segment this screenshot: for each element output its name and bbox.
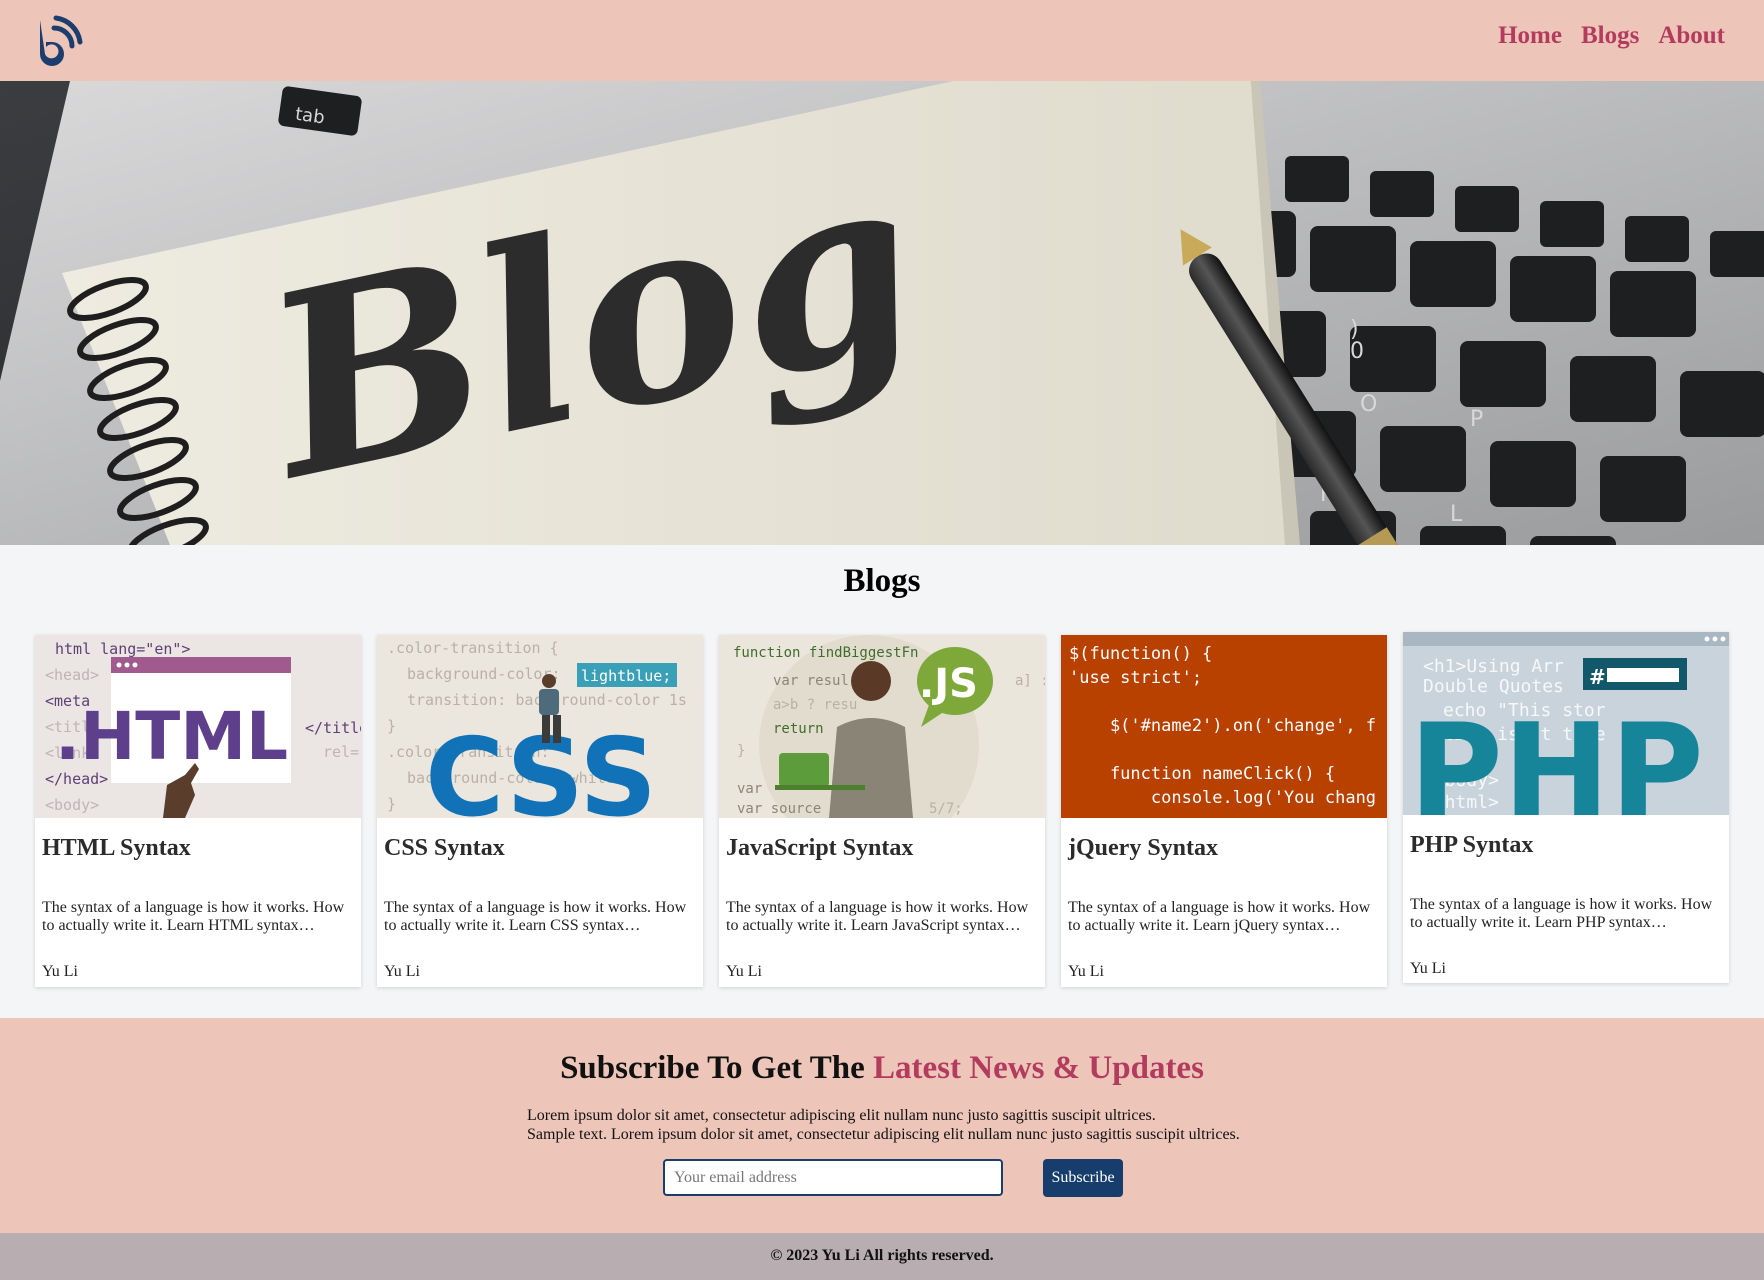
svg-text:#: #: [1589, 665, 1606, 689]
blogs-section-title: Blogs: [843, 563, 921, 599]
card-description: The syntax of a language is how it works…: [1410, 896, 1713, 931]
copyright-text: © 2023 Yu Li All rights reserved.: [770, 1247, 994, 1264]
svg-text:L: L: [1450, 502, 1463, 527]
site-header: Home Blogs About: [0, 0, 1764, 81]
subscribe-title-plain: Subscribe To Get The: [560, 1050, 874, 1086]
svg-text:var resul: var resul: [773, 673, 849, 689]
subscribe-description: Lorem ipsum dolor sit amet, consectetur …: [527, 1106, 1240, 1144]
svg-text:<head>: <head>: [45, 666, 99, 684]
javascript-illustration-image: function findBiggestFn var resul a>b ? r…: [719, 635, 1045, 818]
svg-text:</title: </title: [305, 719, 361, 737]
svg-text:html lang="en">: html lang="en">: [55, 640, 190, 658]
svg-text:5/7;: 5/7;: [929, 801, 963, 817]
card-author: Yu Li: [726, 963, 762, 980]
subscribe-text-line1: Lorem ipsum dolor sit amet, consectetur …: [527, 1107, 1156, 1124]
svg-text:a] :: a] :: [1015, 673, 1045, 689]
card-author: Yu Li: [384, 963, 420, 980]
svg-text:P: P: [1470, 407, 1483, 432]
main-nav: Home Blogs About: [1498, 22, 1725, 50]
email-input[interactable]: [663, 1159, 1003, 1196]
blog-card-html[interactable]: <head> <meta <title <link </head> <body>…: [35, 635, 361, 987]
card-author: Yu Li: [42, 963, 78, 980]
svg-text:}: }: [737, 743, 745, 759]
svg-text:'use strict';: 'use strict';: [1069, 668, 1202, 688]
subscribe-text-line2: Sample text. Lorem ipsum dolor sit amet,…: [527, 1126, 1240, 1143]
svg-text:0: 0: [1350, 339, 1364, 364]
svg-text:var: var: [737, 781, 762, 797]
nav-home-link[interactable]: Home: [1498, 22, 1562, 50]
jquery-code-image: $(function() { 'use strict'; $('#name2')…: [1061, 635, 1387, 818]
card-description: The syntax of a language is how it works…: [384, 899, 687, 934]
php-illustration-image: <h1>Using Arr Double Quotes echo "This s…: [1403, 632, 1729, 815]
card-description: The syntax of a language is how it works…: [1068, 899, 1371, 934]
card-title[interactable]: PHP Syntax: [1410, 832, 1533, 859]
css-illustration-image: .color-transition { background-color: tr…: [377, 635, 703, 818]
svg-text:.color-transition {: .color-transition {: [387, 639, 559, 657]
svg-text:rel=: rel=: [323, 743, 359, 761]
svg-text:Double Quotes: Double Quotes: [1423, 676, 1564, 697]
svg-text:.HTML: .HTML: [55, 698, 288, 775]
card-title[interactable]: HTML Syntax: [42, 835, 191, 862]
svg-text:}: }: [387, 717, 396, 735]
svg-text:<body>: <body>: [45, 796, 99, 814]
blog-card-css[interactable]: .color-transition { background-color: tr…: [377, 635, 703, 987]
svg-text:O: O: [1360, 392, 1377, 417]
html-illustration-image: <head> <meta <title <link </head> <body>…: [35, 635, 361, 818]
svg-text:var source: var source: [737, 801, 821, 817]
card-title[interactable]: CSS Syntax: [384, 835, 505, 862]
card-description: The syntax of a language is how it works…: [42, 899, 345, 934]
svg-text:}: }: [387, 795, 396, 813]
svg-text:tab: tab: [294, 104, 326, 129]
card-author: Yu Li: [1410, 960, 1446, 977]
svg-text:lightblue;: lightblue;: [581, 667, 671, 685]
subscribe-button[interactable]: Subscribe: [1043, 1159, 1123, 1197]
svg-text:CSS: CSS: [425, 716, 657, 818]
blog-b-logo-icon[interactable]: [32, 14, 84, 66]
svg-text:function findBiggestFn: function findBiggestFn: [733, 645, 918, 661]
svg-text:return: return: [773, 721, 824, 737]
subscribe-section: Subscribe To Get The Latest News & Updat…: [0, 1018, 1764, 1233]
svg-text:background-color:: background-color:: [407, 665, 561, 683]
subscribe-title: Subscribe To Get The Latest News & Updat…: [0, 1050, 1764, 1087]
svg-text:function nameClick() {: function nameClick() {: [1069, 764, 1335, 784]
nav-about-link[interactable]: About: [1658, 22, 1725, 50]
svg-text:$('#name2').on('change', f: $('#name2').on('change', f: [1069, 716, 1376, 736]
svg-text:PHP: PHP: [1409, 697, 1704, 815]
svg-text:console.log('You chang: console.log('You chang: [1069, 788, 1376, 808]
svg-text:<h1>Using Arr: <h1>Using Arr: [1423, 656, 1564, 677]
blog-card-javascript[interactable]: function findBiggestFn var resul a>b ? r…: [719, 635, 1045, 987]
site-footer: © 2023 Yu Li All rights reserved.: [0, 1233, 1764, 1280]
subscribe-title-accent: Latest News & Updates: [873, 1050, 1204, 1086]
hero-banner-image: &7 *8 (9 )0 UO PJ KL tab Blog: [0, 81, 1764, 545]
svg-text:.JS: .JS: [919, 661, 978, 707]
blog-card-php[interactable]: <h1>Using Arr Double Quotes echo "This s…: [1403, 632, 1729, 983]
nav-blogs-link[interactable]: Blogs: [1581, 22, 1639, 50]
blog-card-jquery[interactable]: $(function() { 'use strict'; $('#name2')…: [1061, 635, 1387, 987]
card-author: Yu Li: [1068, 963, 1104, 980]
card-description: The syntax of a language is how it works…: [726, 899, 1029, 934]
card-title[interactable]: jQuery Syntax: [1068, 835, 1218, 862]
svg-text:a>b ? resu: a>b ? resu: [773, 697, 857, 713]
svg-text:$(function() {: $(function() {: [1069, 644, 1212, 664]
card-title[interactable]: JavaScript Syntax: [726, 835, 913, 862]
